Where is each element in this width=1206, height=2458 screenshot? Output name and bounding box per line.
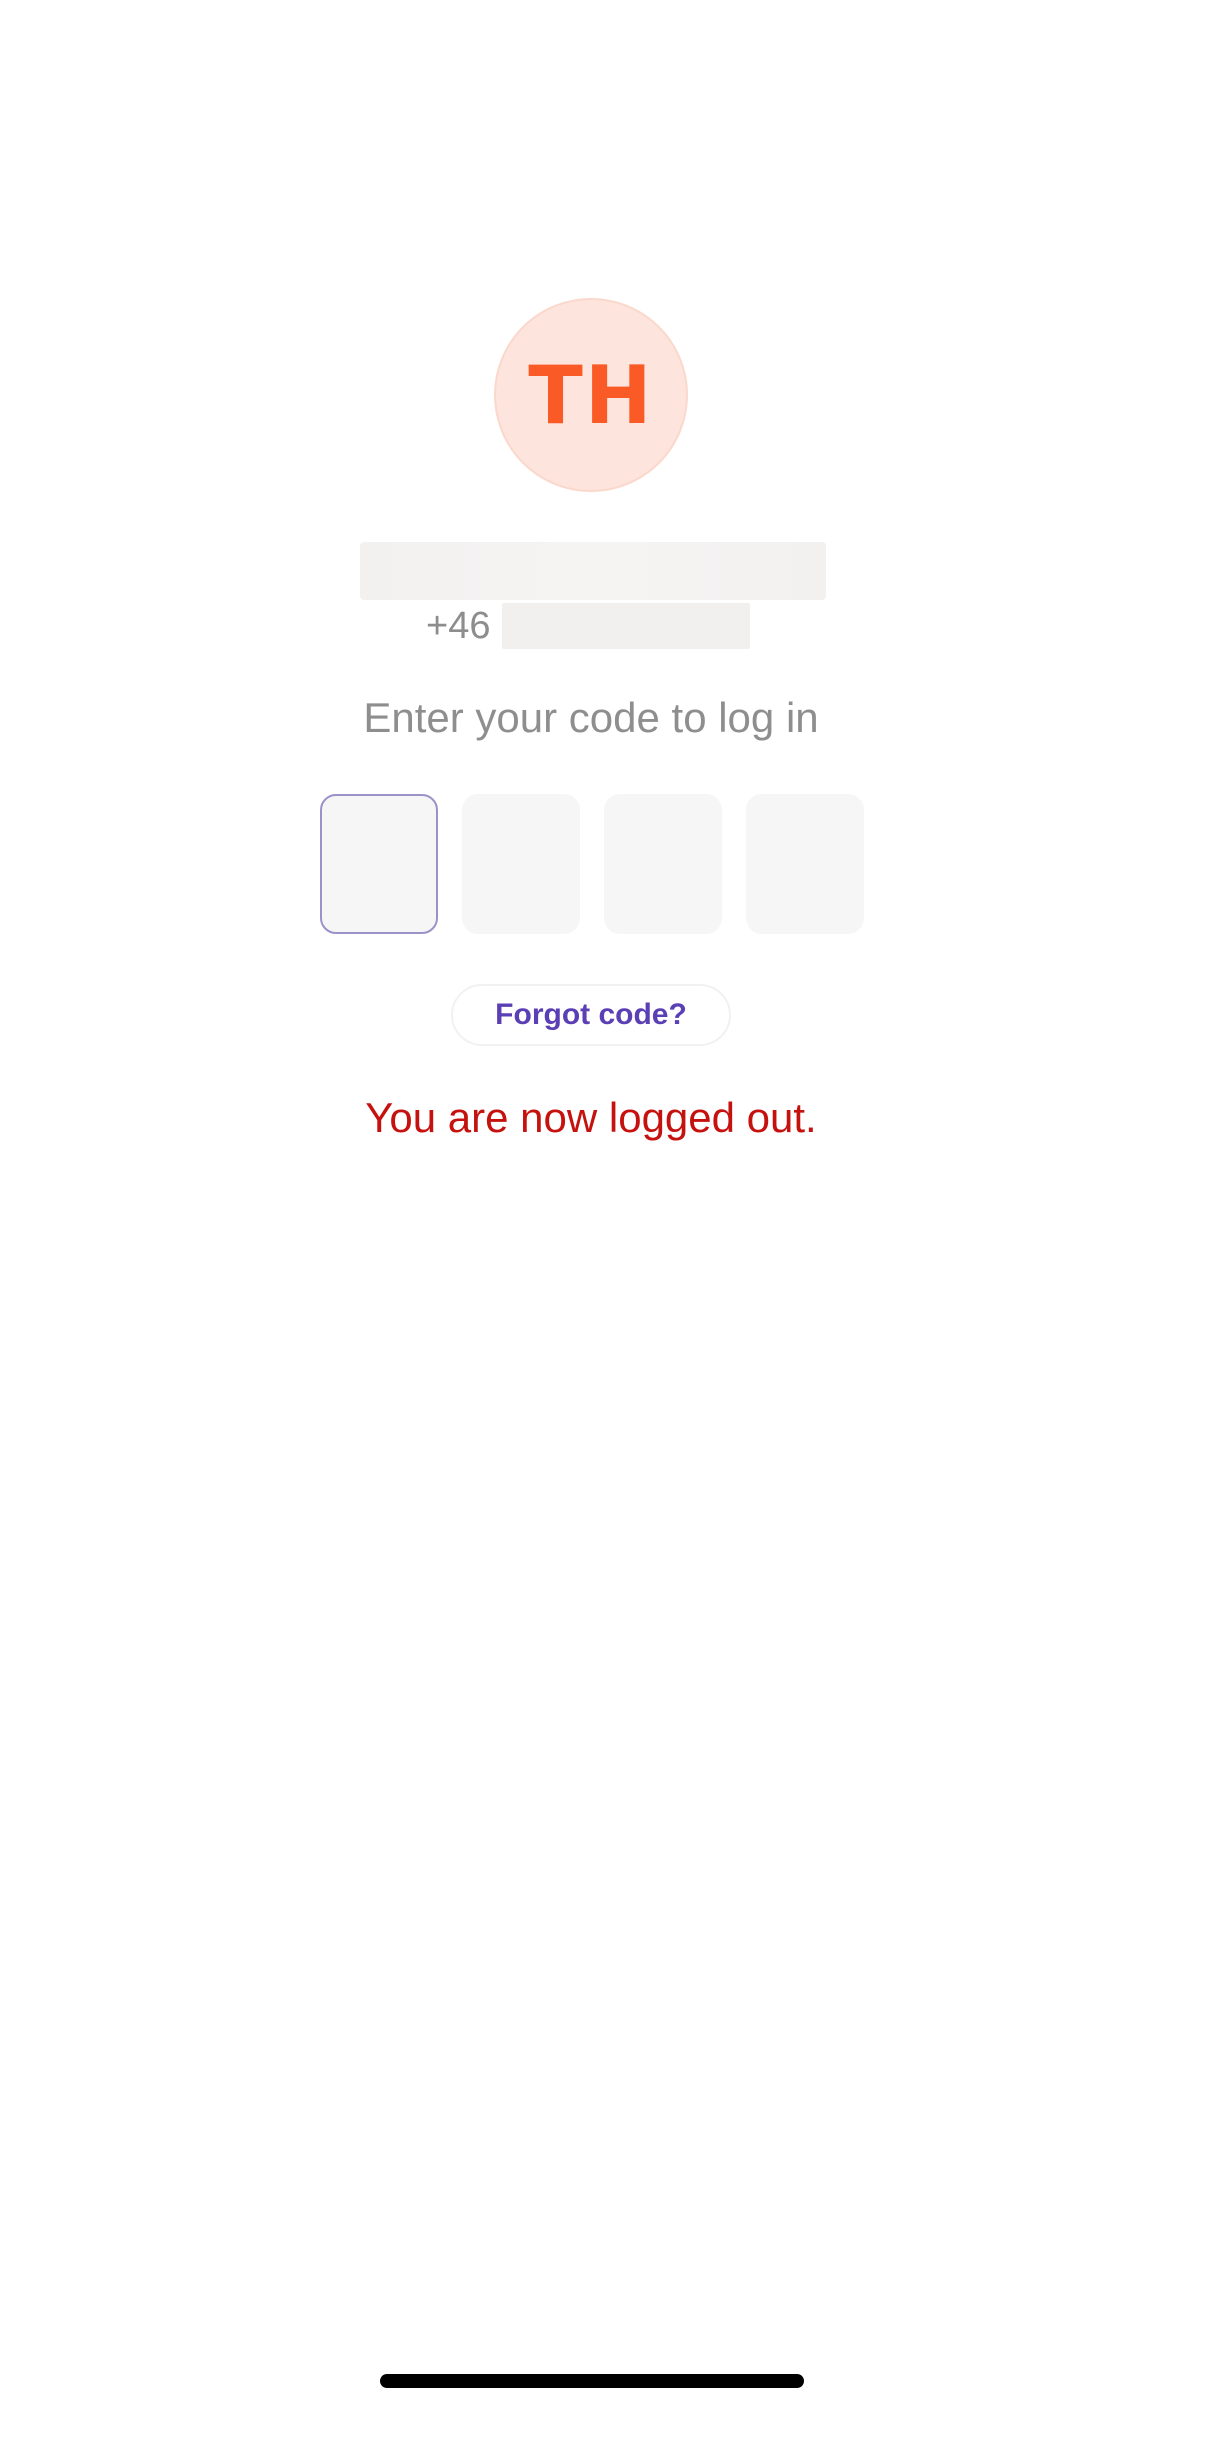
code-digit-2[interactable] xyxy=(462,794,580,934)
code-digit-1[interactable] xyxy=(320,794,438,934)
forgot-code-button[interactable]: Forgot code? xyxy=(451,984,731,1046)
avatar-initials: TH xyxy=(528,348,654,442)
code-digit-4[interactable] xyxy=(746,794,864,934)
avatar: TH xyxy=(494,298,688,492)
home-indicator[interactable] xyxy=(380,2374,804,2388)
code-input-group xyxy=(320,794,864,934)
phone-prefix: +46 xyxy=(426,605,491,647)
phone-number: +46 xyxy=(426,602,751,650)
phone-redacted xyxy=(502,603,751,649)
login-instruction: Enter your code to log in xyxy=(363,694,819,741)
name-redacted xyxy=(360,542,826,600)
code-digit-3[interactable] xyxy=(604,794,722,934)
logout-status-message: You are now logged out. xyxy=(365,1094,817,1141)
